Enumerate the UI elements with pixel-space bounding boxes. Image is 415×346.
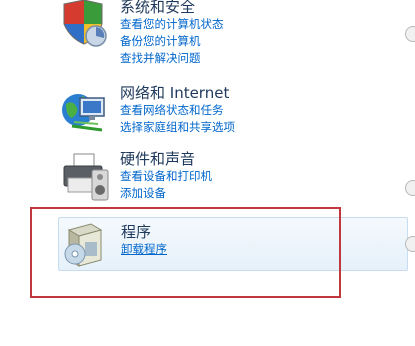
link-backup-computer[interactable]: 备份您的计算机 [120, 33, 224, 50]
globe-network-icon[interactable] [58, 86, 110, 138]
link-view-network-status[interactable]: 查看网络状态和任务 [120, 102, 235, 119]
category-title-system[interactable]: 系统和安全 [120, 0, 224, 16]
category-title-hardware[interactable]: 硬件和声音 [120, 150, 212, 168]
software-box-icon[interactable] [61, 220, 113, 272]
category-title-programs[interactable]: 程序 [121, 223, 167, 241]
right-edge-icon [405, 236, 415, 252]
category-system-security: 系统和安全 查看您的计算机状态 备份您的计算机 查找并解决问题 [58, 0, 408, 70]
link-uninstall-program[interactable]: 卸载程序 [121, 241, 167, 258]
category-title-network[interactable]: 网络和 Internet [120, 84, 235, 102]
link-troubleshoot[interactable]: 查找并解决问题 [120, 50, 224, 67]
category-hardware-sound: 硬件和声音 查看设备和打印机 添加设备 [58, 150, 408, 206]
link-add-device[interactable]: 添加设备 [120, 185, 212, 202]
printer-speaker-icon[interactable] [58, 152, 110, 204]
link-view-computer-status[interactable]: 查看您的计算机状态 [120, 16, 224, 33]
link-homegroup-sharing[interactable]: 选择家庭组和共享选项 [120, 119, 235, 136]
category-programs[interactable]: 程序 卸载程序 [58, 217, 408, 271]
right-edge-icon [405, 26, 415, 42]
shield-icon[interactable] [58, 0, 110, 50]
link-view-devices-printers[interactable]: 查看设备和打印机 [120, 168, 212, 185]
right-edge-icon [405, 180, 415, 196]
category-network-internet: 网络和 Internet 查看网络状态和任务 选择家庭组和共享选项 [58, 84, 408, 140]
